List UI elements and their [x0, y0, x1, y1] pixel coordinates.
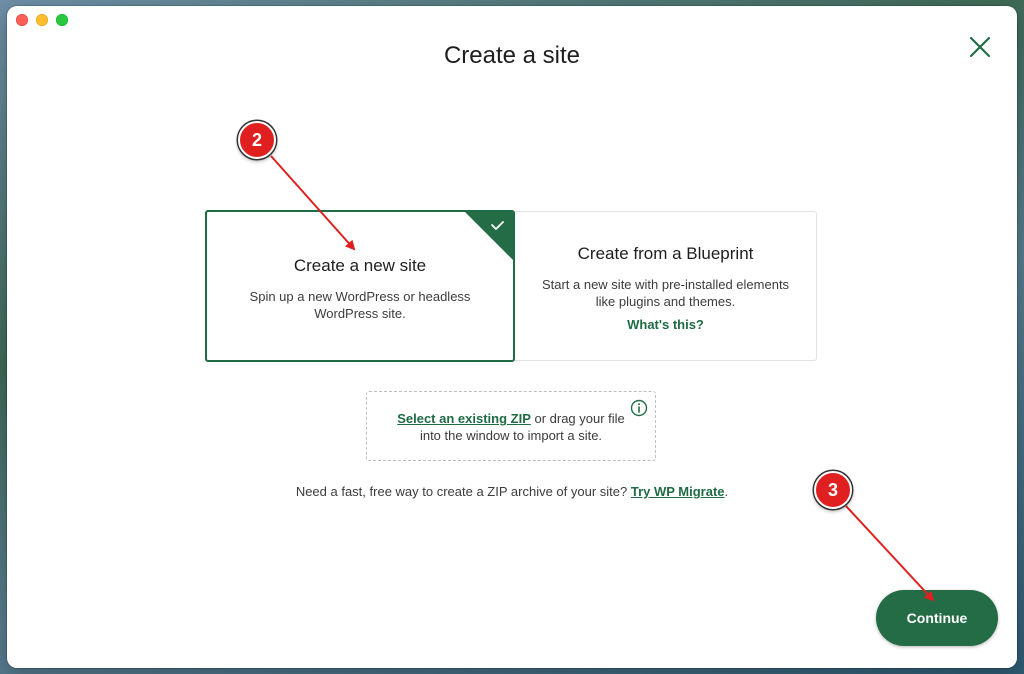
zoom-window-button[interactable]	[56, 14, 68, 26]
dialog-title: Create a site	[443, 42, 581, 69]
option-description: Start a new site with pre-installed elem…	[541, 277, 790, 309]
zip-instructions: Select an existing ZIP or drag your file…	[391, 410, 631, 444]
whats-this-link[interactable]: What's this?	[515, 317, 816, 332]
minimize-window-button[interactable]	[36, 14, 48, 26]
close-icon[interactable]	[967, 34, 993, 60]
migrate-text: Need a fast, free way to create a ZIP ar…	[295, 484, 631, 499]
create-from-blueprint-option[interactable]: Create from a Blueprint Start a new site…	[515, 211, 817, 361]
option-description: Spin up a new WordPress or headless Word…	[249, 289, 471, 321]
annotation-marker-2: 2	[238, 121, 276, 159]
annotation-marker-3: 3	[814, 471, 852, 509]
option-title: Create from a Blueprint	[577, 244, 754, 263]
info-icon[interactable]	[630, 399, 648, 417]
migrate-note: Need a fast, free way to create a ZIP ar…	[7, 484, 1017, 499]
migrate-suffix: .	[724, 484, 729, 499]
window-controls	[16, 14, 68, 26]
zip-drop-zone[interactable]: Select an existing ZIP or drag your file…	[366, 391, 656, 461]
continue-button[interactable]: Continue	[876, 590, 998, 646]
selected-check-icon	[465, 212, 513, 260]
create-new-site-option[interactable]: Create a new site Spin up a new WordPres…	[205, 210, 515, 362]
try-wp-migrate-link[interactable]: Try WP Migrate	[631, 484, 725, 499]
select-zip-link[interactable]: Select an existing ZIP	[397, 411, 531, 426]
create-site-window: Create a site Create a new site Spin up …	[7, 6, 1017, 668]
close-window-button[interactable]	[16, 14, 28, 26]
